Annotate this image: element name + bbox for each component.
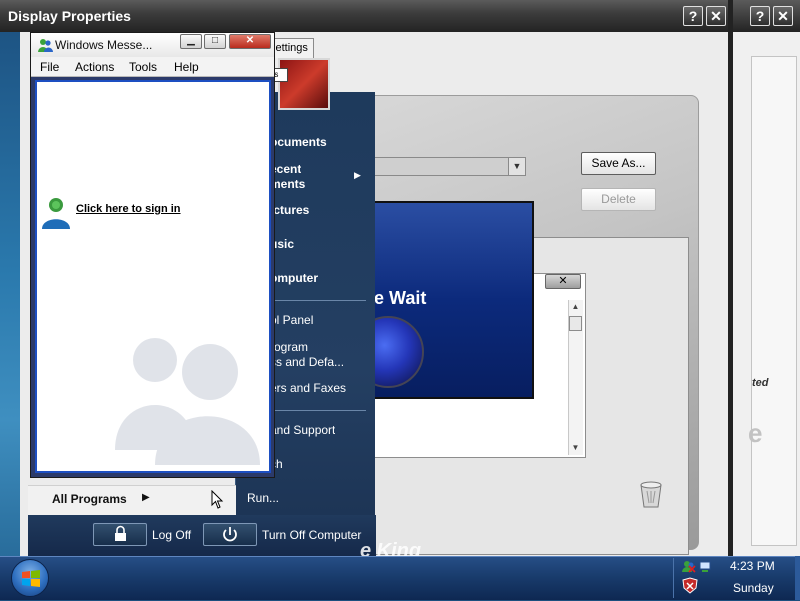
log-off-button[interactable] bbox=[93, 523, 147, 546]
messenger-title: Windows Messe... bbox=[55, 38, 153, 52]
turn-off-button[interactable] bbox=[203, 523, 257, 546]
clock-day[interactable]: Sunday bbox=[733, 581, 774, 595]
menu-item-computer[interactable]: omputer bbox=[270, 271, 318, 285]
system-tray-icons[interactable] bbox=[680, 558, 716, 598]
power-icon bbox=[223, 527, 237, 542]
turn-off-label[interactable]: Turn Off Computer bbox=[262, 528, 361, 542]
help-button[interactable]: ? bbox=[750, 6, 770, 26]
all-programs-button[interactable]: All Programs bbox=[52, 492, 127, 506]
chess-icon[interactable] bbox=[278, 58, 330, 110]
delete-button[interactable]: Delete bbox=[581, 188, 656, 211]
menu-separator bbox=[268, 300, 366, 301]
menu-file[interactable]: File bbox=[40, 60, 59, 74]
messenger-tray-icon bbox=[682, 561, 696, 573]
mouse-cursor-icon bbox=[211, 490, 224, 509]
log-off-label[interactable]: Log Off bbox=[152, 528, 191, 542]
menu-item-control-panel[interactable]: ol Panel bbox=[270, 313, 313, 327]
help-button[interactable]: ? bbox=[683, 6, 703, 26]
menu-item-documents[interactable]: ocuments bbox=[270, 135, 327, 149]
menu-item-printers-and-faxes[interactable]: ers and Faxes bbox=[270, 381, 346, 395]
security-shield-icon bbox=[682, 577, 698, 594]
display-properties-title: Display Properties bbox=[8, 8, 131, 24]
minimize-button[interactable]: ▁ bbox=[180, 34, 202, 49]
menu-tools[interactable]: Tools bbox=[129, 60, 157, 74]
menu-separator bbox=[268, 410, 366, 411]
maximize-button[interactable]: □ bbox=[204, 34, 226, 49]
messenger-user-icon bbox=[42, 198, 70, 229]
scroll-thumb[interactable] bbox=[569, 316, 582, 331]
close-button[interactable]: ✕ bbox=[229, 34, 271, 49]
menu-item-help-and-support[interactable]: and Support bbox=[270, 423, 335, 437]
menu-item-pictures[interactable]: ictures bbox=[270, 203, 309, 217]
show-desktop-button[interactable] bbox=[795, 556, 800, 600]
start-button[interactable] bbox=[11, 559, 49, 597]
preview-dialog-close-button[interactable]: ✕ bbox=[545, 274, 581, 289]
background-window-glyph: e bbox=[748, 418, 763, 448]
menu-item-program-access[interactable]: rogram bbox=[270, 340, 308, 354]
clock-time[interactable]: 4:23 PM bbox=[730, 559, 775, 573]
messenger-buddy-icon bbox=[38, 39, 53, 52]
close-button[interactable]: ✕ bbox=[706, 6, 726, 26]
recycle-bin-icon[interactable] bbox=[637, 477, 665, 509]
scroll-down-arrow-icon[interactable]: ▼ bbox=[568, 441, 583, 455]
close-button[interactable]: ✕ bbox=[773, 6, 793, 26]
display-properties-title-bar[interactable]: Display Properties bbox=[0, 0, 733, 32]
menu-item-program-access-line2[interactable]: ss and Defa... bbox=[270, 355, 344, 369]
submenu-arrow-icon: ▶ bbox=[354, 170, 361, 180]
save-as-button[interactable]: Save As... bbox=[581, 152, 656, 175]
scroll-up-arrow-icon[interactable]: ▲ bbox=[568, 300, 583, 314]
background-window-text: ted bbox=[752, 377, 769, 389]
menu-help[interactable]: Help bbox=[174, 60, 199, 74]
menu-item-recent-documents-line2[interactable]: ments bbox=[270, 177, 305, 191]
menu-actions[interactable]: Actions bbox=[75, 60, 114, 74]
sign-in-link[interactable]: Click here to sign in bbox=[76, 203, 181, 215]
menu-item-run[interactable]: Run... bbox=[247, 491, 279, 505]
chevron-down-icon[interactable]: ▼ bbox=[508, 157, 526, 176]
network-tray-icon bbox=[699, 561, 711, 572]
background-window-frame bbox=[751, 56, 797, 546]
windows-logo-icon bbox=[22, 570, 40, 587]
arrow-right-icon: ▶ bbox=[142, 492, 150, 503]
lock-icon bbox=[115, 525, 126, 541]
messenger-watermark-icon bbox=[115, 338, 260, 465]
tray-divider bbox=[673, 558, 674, 598]
